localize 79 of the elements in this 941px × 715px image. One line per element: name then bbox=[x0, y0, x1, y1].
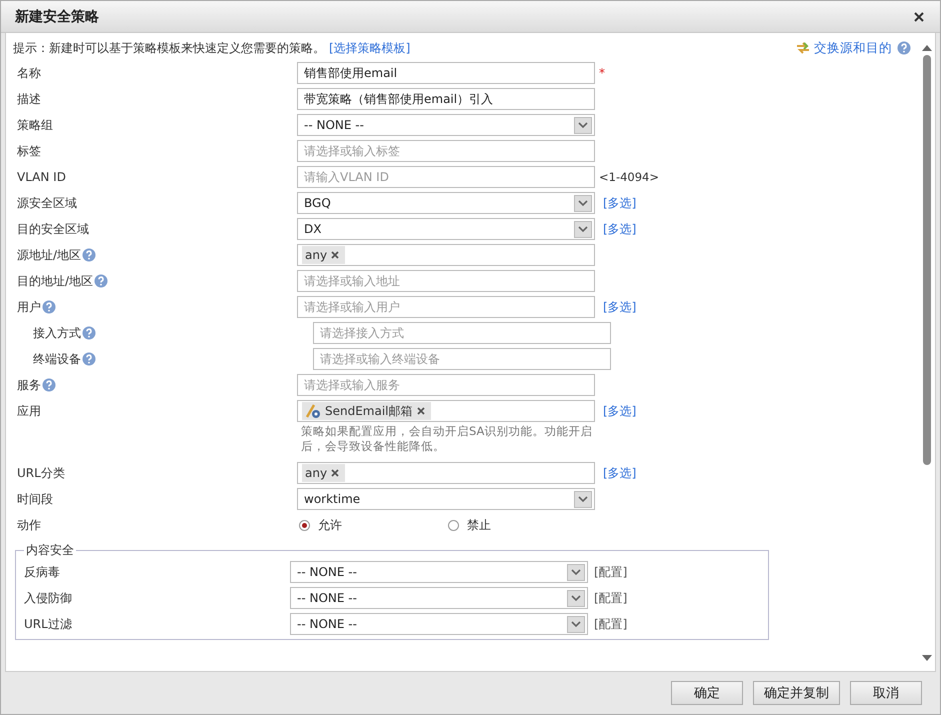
scroll-down-icon[interactable] bbox=[922, 655, 932, 661]
chevron-down-icon bbox=[574, 491, 592, 508]
multi-select-link[interactable]: [多选] bbox=[603, 402, 636, 420]
chevron-down-icon bbox=[567, 590, 585, 607]
tag-input-field[interactable]: any bbox=[297, 244, 595, 266]
field-label: URL过滤 bbox=[24, 616, 72, 630]
chevron-down-icon bbox=[574, 117, 592, 134]
field-label: 目的地址/地区 bbox=[17, 272, 94, 290]
field-label: 终端设备 bbox=[33, 350, 81, 368]
remove-icon[interactable] bbox=[331, 469, 340, 477]
radio-label: 禁止 bbox=[467, 516, 491, 534]
field-label: 服务 bbox=[17, 376, 41, 394]
field-label: 名称 bbox=[17, 64, 41, 82]
field-label: 接入方式 bbox=[33, 324, 81, 342]
field-label: 源安全区域 bbox=[17, 194, 77, 212]
field-label: 目的安全区域 bbox=[17, 220, 89, 238]
range-hint: <1-4094> bbox=[599, 170, 660, 184]
configure-link[interactable]: [配置] bbox=[594, 564, 628, 580]
swap-arrows-icon bbox=[796, 42, 810, 54]
dropdown[interactable]: -- NONE -- bbox=[290, 561, 588, 583]
dropdown[interactable]: -- NONE -- bbox=[297, 114, 595, 136]
field-label: VLAN ID bbox=[17, 170, 66, 184]
field-label: 动作 bbox=[17, 516, 41, 534]
tag-text: SendEmail邮箱 bbox=[325, 402, 413, 420]
radio-button[interactable] bbox=[299, 520, 310, 530]
multi-select-link[interactable]: [多选] bbox=[603, 194, 636, 212]
field-label: URL分类 bbox=[17, 464, 65, 482]
panel-title: 内容安全 bbox=[25, 542, 75, 559]
chevron-down-icon bbox=[567, 616, 585, 633]
note-text: 策略如果配置应用，会自动开启SA识别功能。功能开启后，会导致设备性能降低。 bbox=[301, 424, 594, 454]
swap-link[interactable]: 交换源和目的 bbox=[814, 40, 892, 56]
dropdown[interactable]: -- NONE -- bbox=[290, 613, 588, 635]
dropdown[interactable]: worktime bbox=[297, 488, 595, 510]
field-label: 反病毒 bbox=[24, 564, 60, 578]
tag-text: any bbox=[305, 466, 328, 480]
help-icon[interactable] bbox=[82, 326, 96, 340]
dialog-button[interactable]: 确定并复制 bbox=[753, 681, 840, 705]
template-link[interactable]: [选择策略模板] bbox=[329, 40, 410, 56]
field-label: 用户 bbox=[17, 298, 41, 316]
field-label: 描述 bbox=[17, 90, 41, 108]
configure-link[interactable]: [配置] bbox=[594, 590, 628, 606]
tag-input-field[interactable]: any bbox=[297, 462, 595, 484]
help-icon[interactable] bbox=[897, 41, 911, 55]
text-field[interactable]: 销售部使用email bbox=[297, 62, 595, 84]
help-icon[interactable] bbox=[94, 274, 108, 288]
field-label: 源地址/地区 bbox=[17, 246, 82, 264]
tag-input-field[interactable]: SendEmail邮箱 bbox=[297, 400, 595, 422]
help-icon[interactable] bbox=[42, 300, 56, 314]
radio-button[interactable] bbox=[448, 520, 459, 530]
close-icon[interactable] bbox=[914, 12, 924, 22]
field-label: 标签 bbox=[17, 142, 41, 160]
field-label: 时间段 bbox=[17, 490, 53, 508]
window-title: 新建安全策略 bbox=[15, 8, 99, 26]
radio-label: 允许 bbox=[318, 516, 342, 534]
required-mark: * bbox=[599, 66, 605, 80]
multi-select-link[interactable]: [多选] bbox=[603, 298, 636, 316]
help-icon[interactable] bbox=[82, 248, 96, 262]
field-label: 策略组 bbox=[17, 116, 53, 134]
dialog-button[interactable]: 确定 bbox=[671, 681, 743, 705]
tag-text: any bbox=[305, 248, 328, 262]
help-icon[interactable] bbox=[82, 352, 96, 366]
multi-select-link[interactable]: [多选] bbox=[603, 464, 636, 482]
multi-select-link[interactable]: [多选] bbox=[603, 220, 636, 238]
chevron-down-icon bbox=[574, 221, 592, 238]
dropdown[interactable]: DX bbox=[297, 218, 595, 240]
remove-icon[interactable] bbox=[331, 251, 340, 259]
text-field[interactable]: 带宽策略（销售部使用email）引入 bbox=[297, 88, 595, 110]
chevron-down-icon bbox=[567, 564, 585, 581]
hint-text: 提示：新建时可以基于策略模板来快速定义您需要的策略。 bbox=[13, 40, 325, 56]
field-label: 应用 bbox=[17, 402, 41, 420]
scroll-up-icon[interactable] bbox=[922, 45, 932, 51]
chevron-down-icon bbox=[574, 195, 592, 212]
dropdown[interactable]: -- NONE -- bbox=[290, 587, 588, 609]
field-label: 入侵防御 bbox=[24, 590, 72, 604]
help-icon[interactable] bbox=[42, 378, 56, 392]
remove-icon[interactable] bbox=[416, 407, 425, 415]
dialog-button[interactable]: 取消 bbox=[850, 681, 922, 705]
dropdown[interactable]: BGQ bbox=[297, 192, 595, 214]
configure-link[interactable]: [配置] bbox=[594, 616, 628, 632]
